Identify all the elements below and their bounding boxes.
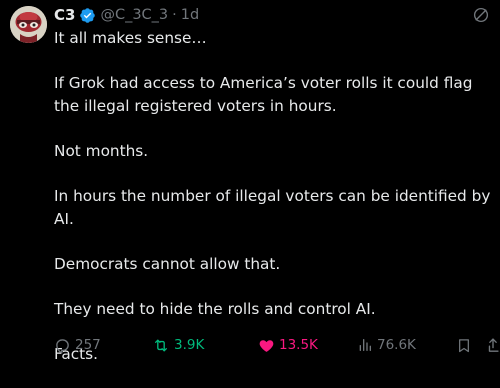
tweet-paragraph: If Grok had access to America’s voter ro… bbox=[54, 74, 473, 115]
reply-icon bbox=[56, 338, 69, 353]
tweet-paragraph: Not months. bbox=[54, 142, 149, 160]
tweet-paragraph: In hours the number of illegal voters ca… bbox=[54, 187, 491, 228]
tweet-paragraph: They need to hide the rolls and control … bbox=[54, 300, 376, 318]
author-display-name[interactable]: C3 bbox=[54, 6, 75, 24]
reply-button[interactable]: 257 bbox=[54, 334, 101, 356]
tweet-header: C3 @C_3C_3 · 1d bbox=[54, 4, 199, 26]
tweet-paragraph: It all makes sense… bbox=[54, 29, 207, 47]
heart-icon bbox=[259, 339, 274, 352]
views-count: 76.6K bbox=[377, 337, 416, 353]
retweet-icon bbox=[155, 339, 167, 351]
bookmark-button[interactable] bbox=[456, 334, 476, 356]
share-button[interactable] bbox=[486, 334, 500, 356]
action-bar: 257 3.9K 13.5K 76.6K bbox=[54, 334, 500, 356]
post-time[interactable]: 1d bbox=[181, 7, 199, 23]
verified-badge-icon[interactable] bbox=[79, 7, 96, 24]
retweet-button[interactable]: 3.9K bbox=[152, 334, 204, 356]
author-handle[interactable]: @C_3C_3 bbox=[100, 7, 168, 23]
tweet-paragraph: Democrats cannot allow that. bbox=[54, 255, 281, 273]
separator-dot: · bbox=[172, 7, 177, 23]
like-count: 13.5K bbox=[279, 337, 318, 353]
views-icon bbox=[359, 339, 371, 351]
retweet-count: 3.9K bbox=[174, 337, 205, 353]
reply-count: 257 bbox=[75, 337, 101, 353]
grok-icon[interactable] bbox=[472, 6, 490, 24]
share-icon bbox=[488, 337, 499, 352]
views-button[interactable]: 76.6K bbox=[357, 334, 416, 356]
avatar[interactable] bbox=[10, 6, 47, 43]
bookmark-icon bbox=[459, 338, 469, 352]
like-button[interactable]: 13.5K bbox=[258, 334, 318, 356]
